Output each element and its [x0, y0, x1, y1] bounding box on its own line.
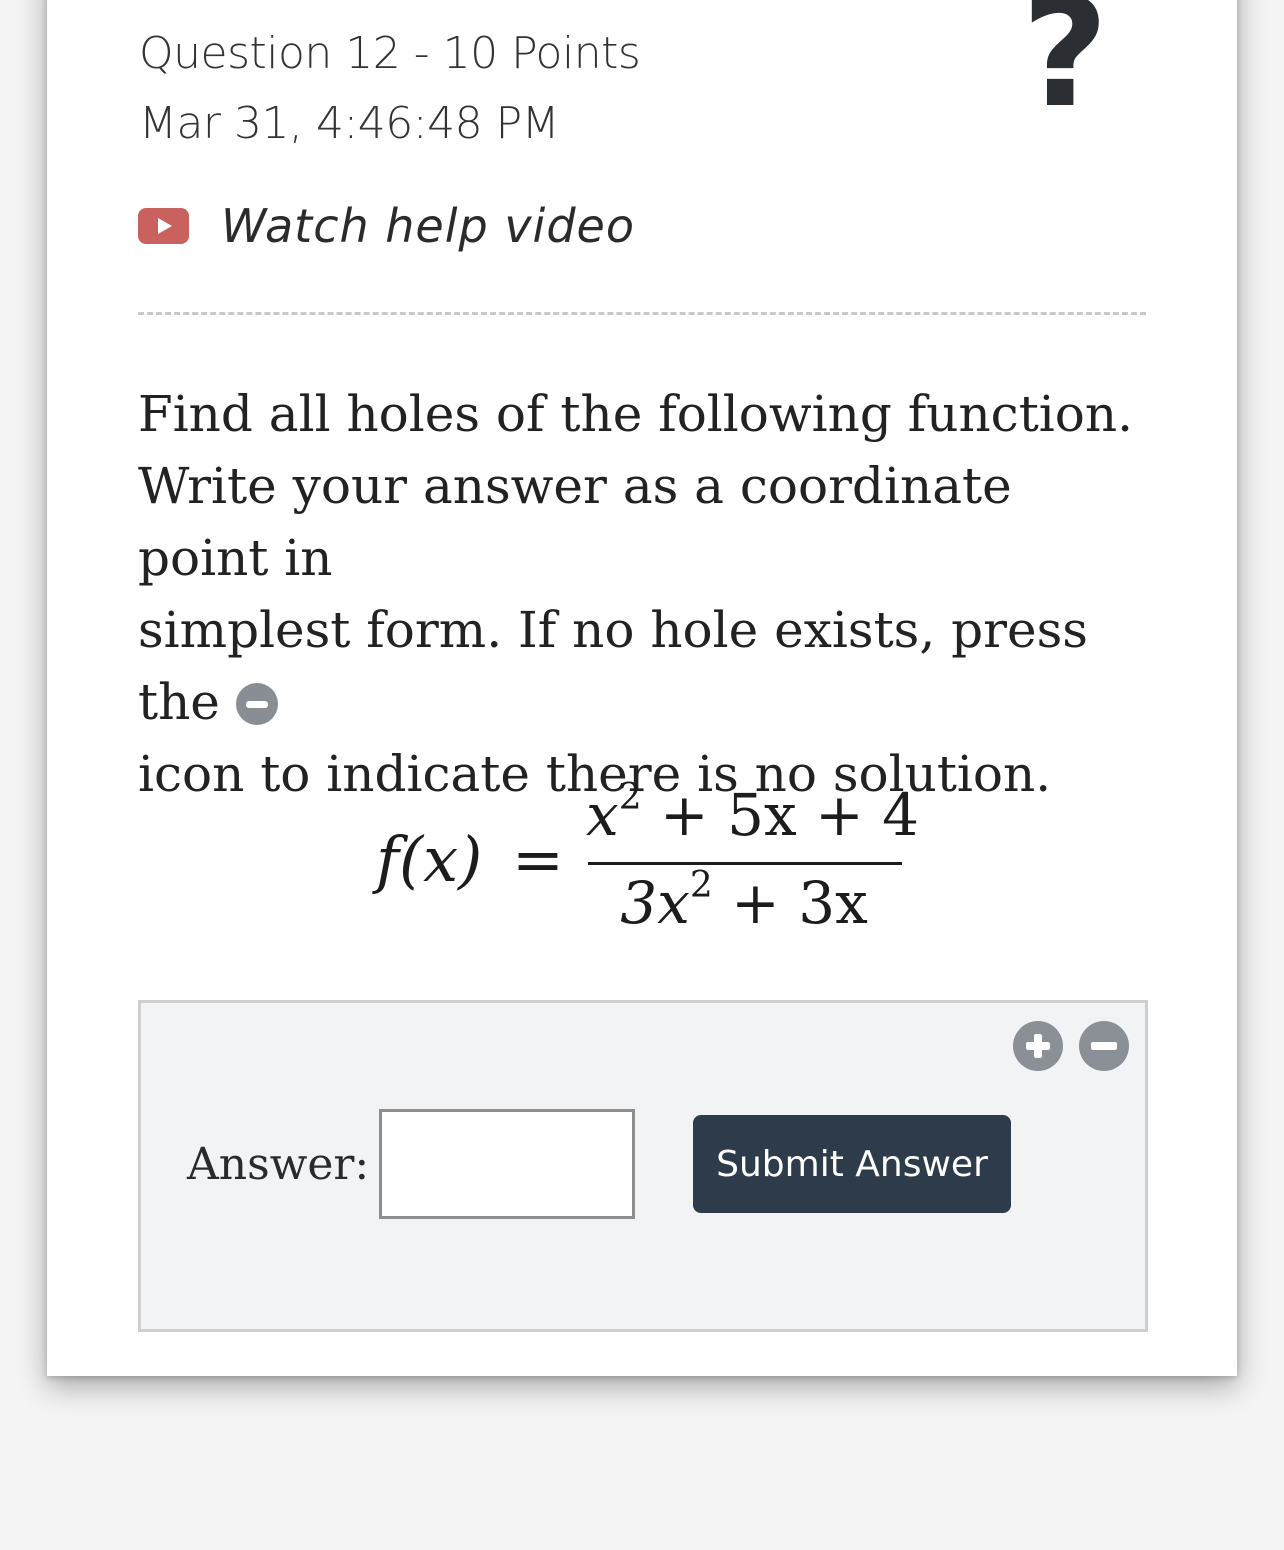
answer-input[interactable] — [379, 1109, 635, 1219]
question-mark-icon[interactable]: ? — [1010, 0, 1120, 129]
formula-denominator: 3x2 + 3x — [586, 868, 902, 938]
question-timestamp: Mar 31, 4:46:48 PM — [139, 98, 560, 149]
youtube-play-icon — [138, 208, 189, 244]
denominator-exponent: 2 — [689, 865, 713, 906]
numerator-exponent: 2 — [618, 777, 642, 818]
question-title: Question 12 - 10 Points — [139, 28, 641, 79]
plus-circle-icon[interactable] — [1013, 1021, 1063, 1071]
answer-panel: Answer: Submit Answer — [138, 1000, 1148, 1332]
minus-circle-icon — [235, 683, 278, 725]
prompt-line: Find all holes of the following function… — [138, 385, 1133, 443]
dashed-divider — [138, 312, 1146, 315]
prompt-line: simplest form. If no hole exists, press … — [138, 594, 1138, 738]
prompt-text: simplest form. If no hole exists, press … — [138, 601, 1088, 731]
formula-equals: = — [512, 823, 564, 896]
question-prompt: Find all holes of the following function… — [138, 378, 1138, 810]
function-formula: f(x) = x2 + 5x + 4 3x2 + 3x — [376, 770, 919, 940]
formula-numerator: x2 + 5x + 4 — [586, 777, 919, 850]
formula-lhs: f(x) — [376, 823, 483, 896]
prompt-line: Write your answer as a coordinate point … — [138, 457, 1012, 587]
minus-circle-icon[interactable] — [1079, 1021, 1129, 1071]
watch-help-video-link[interactable]: Watch help video — [138, 196, 635, 256]
denominator-rest: + 3x — [712, 869, 868, 937]
denominator-base: 3x — [620, 869, 690, 937]
fraction-bar — [588, 862, 902, 865]
submit-answer-button[interactable]: Submit Answer — [693, 1115, 1011, 1213]
numerator-base: x — [586, 781, 619, 849]
answer-label: Answer: — [187, 1139, 370, 1190]
watch-help-video-label: Watch help video — [221, 199, 635, 253]
numerator-rest: + 5x + 4 — [641, 781, 920, 849]
